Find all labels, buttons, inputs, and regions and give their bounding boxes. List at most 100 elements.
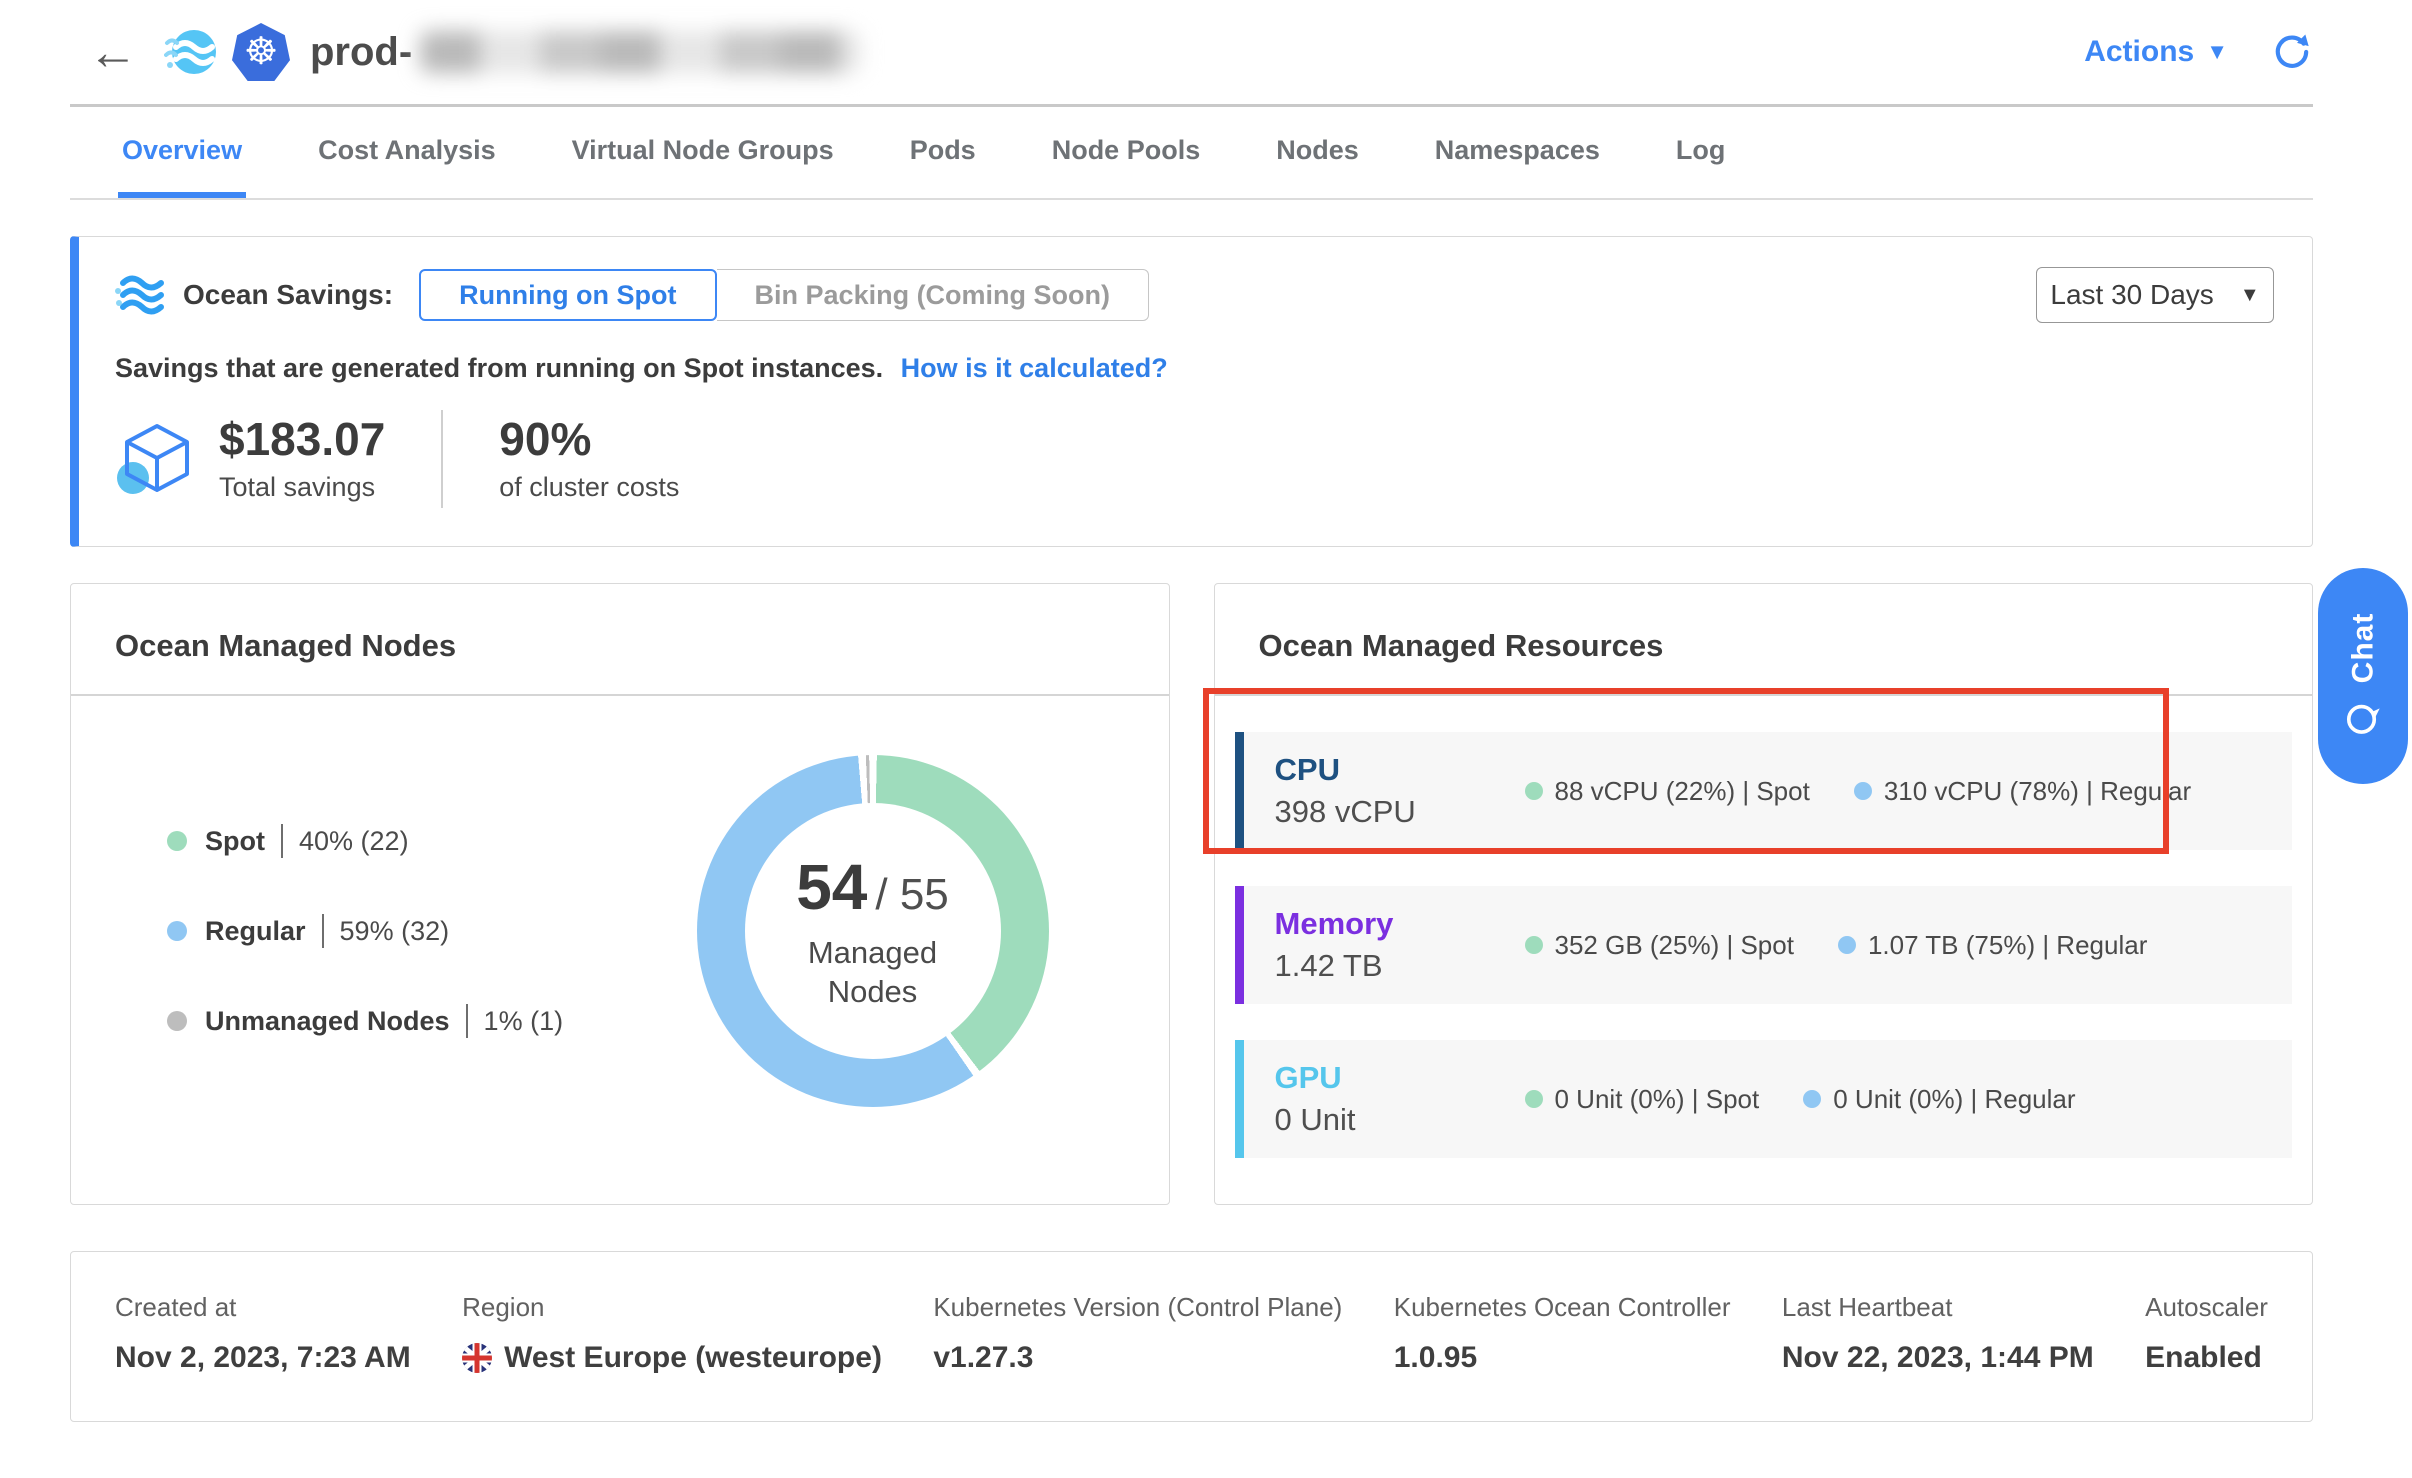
gpu-total: 0 Unit xyxy=(1275,1102,1525,1138)
refresh-icon[interactable] xyxy=(2272,32,2312,72)
last-heartbeat-column: Last Heartbeat Nov 22, 2023, 1:44 PM xyxy=(1782,1292,2094,1375)
savings-toggle-group: Running on Spot Bin Packing (Coming Soon… xyxy=(419,269,1149,321)
resources-card-title: Ocean Managed Resources xyxy=(1215,584,2313,664)
memory-label: Memory xyxy=(1275,906,1525,942)
spot-dot-icon xyxy=(1525,1090,1543,1108)
cpu-label: CPU xyxy=(1275,752,1525,788)
gpu-label: GPU xyxy=(1275,1060,1525,1096)
legend-item-unmanaged: Unmanaged Nodes 1% (1) xyxy=(167,1004,563,1038)
back-arrow-icon[interactable]: ← xyxy=(88,27,138,77)
savings-description-text: Savings that are generated from running … xyxy=(115,353,883,383)
cube-icon xyxy=(115,418,199,500)
gpu-regular-value: 0 Unit (0%) | Regular xyxy=(1833,1084,2075,1115)
region-text: West Europe (westeurope) xyxy=(504,1341,882,1375)
actions-label: Actions xyxy=(2084,35,2194,69)
k8s-version-column: Kubernetes Version (Control Plane) v1.27… xyxy=(933,1292,1342,1375)
nodes-card-title: Ocean Managed Nodes xyxy=(71,584,1169,664)
memory-spot-value: 352 GB (25%) | Spot xyxy=(1555,930,1794,961)
cluster-name-redacted xyxy=(420,31,860,73)
header: ← ☸ prod- Actions ▼ xyxy=(0,0,2412,104)
period-dropdown[interactable]: Last 30 Days ▼ xyxy=(2036,267,2274,323)
memory-regular-metric: 1.07 TB (75%) | Regular xyxy=(1838,930,2147,961)
ocean-savings-label: Ocean Savings: xyxy=(183,279,393,311)
uk-flag-icon xyxy=(462,1343,492,1373)
bin-packing-toggle[interactable]: Bin Packing (Coming Soon) xyxy=(717,269,1150,321)
cpu-spot-metric: 88 vCPU (22%) | Spot xyxy=(1525,776,1810,807)
gpu-accent-bar xyxy=(1235,1040,1244,1158)
legend-regular-label: Regular xyxy=(205,916,306,947)
legend-separator xyxy=(281,824,283,858)
autoscaler-column: Autoscaler Enabled xyxy=(2145,1292,2268,1375)
spot-dot-icon xyxy=(1525,936,1543,954)
regular-dot-icon xyxy=(167,921,187,941)
legend-separator xyxy=(466,1004,468,1038)
cluster-name-prefix: prod- xyxy=(310,30,412,75)
page-title: prod- xyxy=(310,30,860,75)
memory-total: 1.42 TB xyxy=(1275,948,1525,984)
k8s-version-label: Kubernetes Version (Control Plane) xyxy=(933,1292,1342,1323)
total-savings-block: $183.07 Total savings xyxy=(219,415,385,502)
legend-unmanaged-value: 1% (1) xyxy=(484,1006,564,1037)
tab-nodes[interactable]: Nodes xyxy=(1272,107,1363,198)
stat-divider xyxy=(441,410,443,508)
gpu-spot-metric: 0 Unit (0%) | Spot xyxy=(1525,1084,1760,1115)
k8s-version-value: v1.27.3 xyxy=(933,1341,1342,1375)
chevron-down-icon: ▼ xyxy=(2240,284,2260,307)
cpu-spot-value: 88 vCPU (22%) | Spot xyxy=(1555,776,1810,807)
legend-item-spot: Spot 40% (22) xyxy=(167,824,563,858)
created-at-column: Created at Nov 2, 2023, 7:23 AM xyxy=(115,1292,411,1375)
total-savings-value: $183.07 xyxy=(219,415,385,463)
memory-regular-value: 1.07 TB (75%) | Regular xyxy=(1868,930,2147,961)
gpu-regular-metric: 0 Unit (0%) | Regular xyxy=(1803,1084,2075,1115)
cpu-regular-metric: 310 vCPU (78%) | Regular xyxy=(1854,776,2191,807)
regular-dot-icon xyxy=(1803,1090,1821,1108)
legend-item-regular: Regular 59% (32) xyxy=(167,914,563,948)
cluster-costs-block: 90% of cluster costs xyxy=(499,415,679,502)
created-at-value: Nov 2, 2023, 7:23 AM xyxy=(115,1341,411,1375)
region-label: Region xyxy=(462,1292,882,1323)
ocean-controller-label: Kubernetes Ocean Controller xyxy=(1394,1292,1731,1323)
region-value: West Europe (westeurope) xyxy=(462,1341,882,1375)
tab-cost-analysis[interactable]: Cost Analysis xyxy=(314,107,500,198)
cpu-total: 398 vCPU xyxy=(1275,794,1525,830)
total-savings-label: Total savings xyxy=(219,472,385,503)
managed-nodes-total: / 55 xyxy=(875,870,948,920)
regular-dot-icon xyxy=(1838,936,1856,954)
wave-icon xyxy=(115,273,169,317)
running-on-spot-toggle[interactable]: Running on Spot xyxy=(419,269,716,321)
chat-button[interactable]: Chat xyxy=(2318,568,2408,784)
chevron-down-icon: ▼ xyxy=(2206,39,2228,65)
savings-description: Savings that are generated from running … xyxy=(115,353,2274,384)
tab-virtual-node-groups[interactable]: Virtual Node Groups xyxy=(568,107,838,198)
how-calculated-link[interactable]: How is it calculated? xyxy=(901,353,1168,383)
autoscaler-label: Autoscaler xyxy=(2145,1292,2268,1323)
autoscaler-value: Enabled xyxy=(2145,1341,2268,1375)
memory-row: Memory 1.42 TB 352 GB (25%) | Spot 1.07 … xyxy=(1235,886,2293,1004)
managed-nodes-center-label: ManagedNodes xyxy=(808,934,937,1012)
legend-spot-value: 40% (22) xyxy=(299,826,409,857)
legend-separator xyxy=(322,914,324,948)
memory-accent-bar xyxy=(1235,886,1244,1004)
tab-namespaces[interactable]: Namespaces xyxy=(1431,107,1604,198)
memory-spot-metric: 352 GB (25%) | Spot xyxy=(1525,930,1794,961)
ocean-controller-value: 1.0.95 xyxy=(1394,1341,1731,1375)
last-heartbeat-label: Last Heartbeat xyxy=(1782,1292,2094,1323)
tab-node-pools[interactable]: Node Pools xyxy=(1048,107,1205,198)
spot-dot-icon xyxy=(167,831,187,851)
cluster-info-footer: Created at Nov 2, 2023, 7:23 AM Region W… xyxy=(70,1251,2313,1422)
cluster-costs-percent: 90% xyxy=(499,415,679,463)
cpu-row: CPU 398 vCPU 88 vCPU (22%) | Spot 310 vC… xyxy=(1235,732,2293,850)
managed-nodes-donut-chart: 54 / 55 ManagedNodes xyxy=(697,755,1049,1107)
tab-overview[interactable]: Overview xyxy=(118,107,246,198)
chat-label: Chat xyxy=(2346,613,2380,684)
regular-dot-icon xyxy=(1854,782,1872,800)
last-heartbeat-value: Nov 22, 2023, 1:44 PM xyxy=(1782,1341,2094,1375)
tab-pods[interactable]: Pods xyxy=(906,107,980,198)
legend-spot-label: Spot xyxy=(205,826,265,857)
ocean-logo-icon xyxy=(164,25,218,79)
kubernetes-icon: ☸ xyxy=(232,23,290,81)
managed-nodes-count: 54 xyxy=(796,850,867,924)
tab-log[interactable]: Log xyxy=(1672,107,1729,198)
period-dropdown-value: Last 30 Days xyxy=(2050,279,2213,311)
actions-button[interactable]: Actions ▼ xyxy=(2084,35,2228,69)
